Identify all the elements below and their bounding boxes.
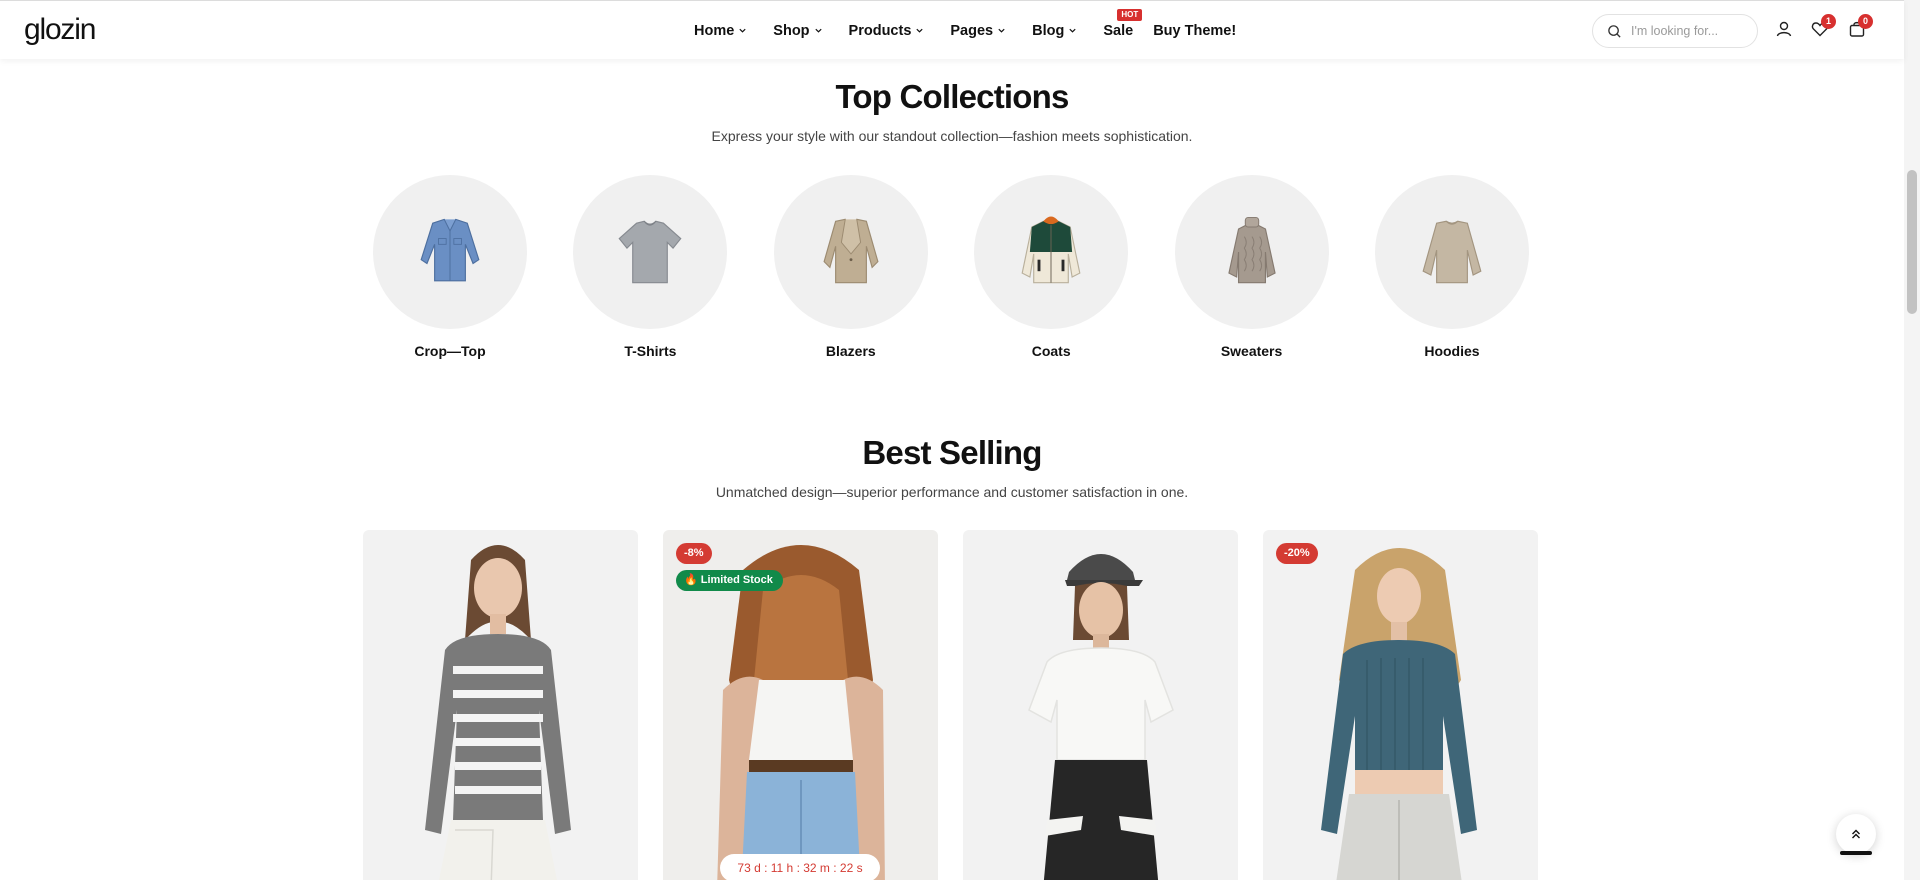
white-tee-model-image: [1028, 554, 1174, 880]
wishlist-count: 1: [1821, 14, 1836, 29]
collection-label: T-Shirts: [624, 343, 677, 359]
scrollbar-thumb[interactable]: [1907, 170, 1917, 314]
chevron-down-icon: [739, 28, 746, 33]
collection-image: [1374, 175, 1529, 329]
collection-label: Coats: [1031, 343, 1071, 359]
nav-products[interactable]: Products: [849, 23, 925, 39]
discount-badge: -8%: [676, 543, 712, 564]
site-header: glozin Home Shop Products Pages Blog Sal…: [0, 0, 1904, 59]
back-to-top-button[interactable]: [1836, 814, 1876, 854]
collection-coats[interactable]: Coats: [974, 175, 1129, 365]
user-icon: [1776, 21, 1792, 37]
nav-pages-label: Pages: [950, 22, 994, 39]
search-box[interactable]: [1592, 14, 1758, 48]
collection-label: Hoodies: [1424, 343, 1480, 359]
nav-shop[interactable]: Shop: [773, 23, 822, 39]
nav-shop-label: Shop: [773, 22, 810, 39]
nav-sale[interactable]: Sale HOT: [1103, 8, 1143, 39]
product-card[interactable]: [963, 530, 1238, 880]
nav-products-label: Products: [848, 22, 912, 39]
product-grid: -8% 🔥 Limited Stock 73 d : 11 h : 32 m :…: [363, 530, 1538, 880]
nav-buy-theme-label: Buy Theme!: [1153, 22, 1237, 39]
discount-badge: -20%: [1276, 543, 1318, 564]
cart-count: 0: [1858, 14, 1873, 29]
collection-image: [773, 175, 928, 329]
collection-label: Sweaters: [1220, 343, 1283, 359]
gray-tshirt-icon: [618, 220, 682, 284]
collections-title: Top Collections: [835, 78, 1069, 115]
collections-subtitle: Express your style with our standout col…: [711, 128, 1193, 144]
collection-image: [1174, 175, 1329, 329]
nav-home-label: Home: [694, 22, 735, 39]
knit-sweater-icon: [1227, 216, 1276, 284]
collection-label: Blazers: [825, 343, 876, 359]
chevron-down-icon: [814, 28, 822, 33]
striped-top-model-image: [425, 545, 571, 880]
best-selling-subtitle: Unmatched design—superior performance an…: [715, 484, 1189, 500]
search-icon: [1608, 24, 1621, 38]
collection-blazers[interactable]: Blazers: [773, 175, 928, 365]
nav-pages[interactable]: Pages: [950, 23, 1006, 39]
nav-blog[interactable]: Blog: [1032, 23, 1077, 39]
scroll-progress-bar: [1840, 851, 1872, 855]
collection-hoodies[interactable]: Hoodies: [1374, 175, 1529, 365]
collection-crop-top[interactable]: Crop—Top: [373, 175, 527, 365]
product-card[interactable]: -8% 🔥 Limited Stock 73 d : 11 h : 32 m :…: [663, 530, 938, 880]
site-logo[interactable]: glozin: [24, 13, 96, 47]
sale-countdown-timer: 73 d : 11 h : 32 m : 22 s: [720, 854, 880, 880]
collection-image: [373, 175, 527, 329]
collections-list: Crop—Top T-Shirts Blazers Coats Sweaters…: [373, 175, 1529, 365]
collection-sweaters[interactable]: Sweaters: [1174, 175, 1329, 365]
collection-t-shirts[interactable]: T-Shirts: [573, 175, 728, 365]
double-chevron-up-icon: [1852, 829, 1860, 839]
beige-sweatshirt-icon: [1422, 220, 1482, 284]
chevron-down-icon: [916, 28, 924, 33]
nav-buy-theme[interactable]: Buy Theme!: [1153, 23, 1236, 39]
collection-image: [573, 175, 728, 329]
beige-blazer-icon: [823, 218, 879, 284]
fleece-coat-icon: [1021, 216, 1081, 284]
collection-image: [974, 175, 1129, 329]
scrollbar-track[interactable]: [1904, 0, 1920, 880]
product-card[interactable]: [363, 530, 638, 880]
limited-stock-badge: 🔥 Limited Stock: [676, 570, 783, 591]
denim-jacket-icon: [420, 218, 480, 282]
nav-home[interactable]: Home: [694, 23, 747, 39]
nav-blog-label: Blog: [1032, 22, 1065, 39]
product-card[interactable]: -20%: [1263, 530, 1538, 880]
best-selling-title: Best Selling: [862, 434, 1042, 471]
wishlist-button[interactable]: 1: [1811, 14, 1836, 38]
collection-label: Crop—Top: [414, 343, 486, 359]
search-input[interactable]: [1631, 24, 1746, 38]
main-nav: Home Shop Products Pages Blog Sale HOT B…: [694, 1, 1262, 60]
ribbed-crop-model-image: [1321, 548, 1477, 880]
hot-badge: HOT: [1117, 8, 1143, 21]
chevron-down-icon: [1069, 28, 1076, 33]
account-button[interactable]: [1775, 20, 1793, 38]
cart-button[interactable]: 0: [1848, 14, 1873, 38]
nav-sale-label: Sale: [1103, 22, 1134, 39]
chevron-down-icon: [998, 28, 1005, 33]
